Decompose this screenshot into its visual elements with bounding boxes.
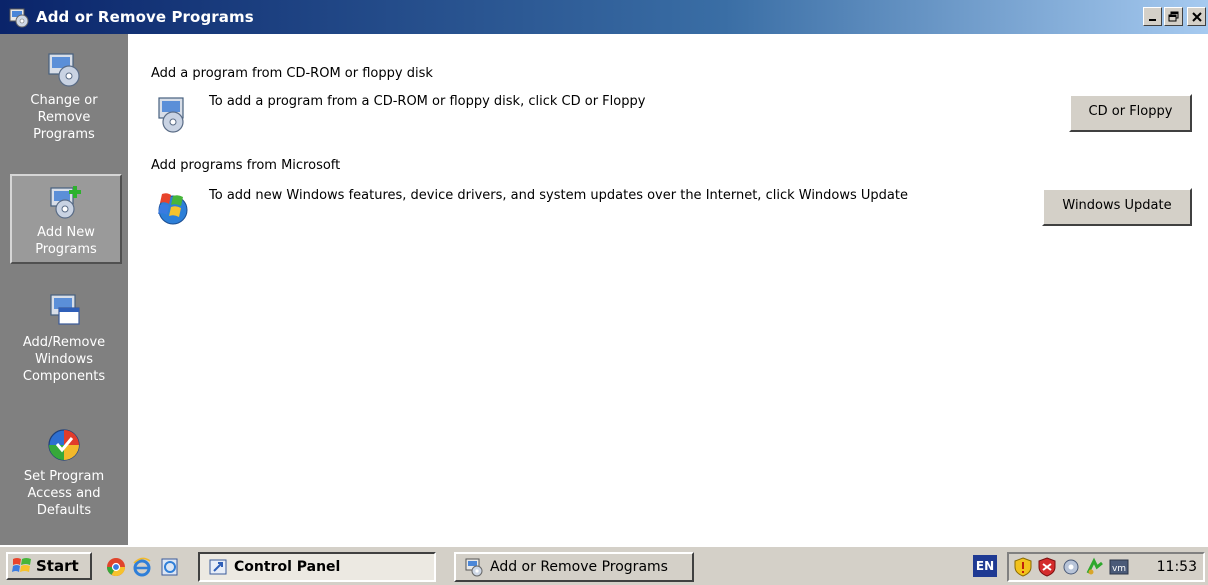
sidebar-item-label: Add/Remove Windows Components: [22, 335, 106, 384]
sidebar-item-label: Change or Remove Programs: [30, 93, 98, 142]
cd-floppy-button[interactable]: CD or Floppy: [1069, 94, 1192, 132]
language-indicator[interactable]: EN: [973, 555, 997, 577]
sidebar-item-change-remove[interactable]: Change or Remove Programs: [0, 50, 128, 143]
windows-update-button[interactable]: Windows Update: [1042, 188, 1192, 226]
program-access-icon: [48, 429, 80, 461]
start-button[interactable]: Start: [6, 552, 92, 580]
cd-section-heading: Add a program from CD-ROM or floppy disk: [151, 66, 433, 81]
svg-text:vm: vm: [1112, 564, 1126, 574]
main-content: Add a program from CD-ROM or floppy disk…: [128, 34, 1208, 545]
connection-icon[interactable]: [1085, 557, 1105, 577]
internet-explorer-icon[interactable]: [132, 557, 152, 577]
taskbar: Start Control Panel Add or Remove Progra…: [0, 545, 1208, 585]
ms-section-description: To add new Windows features, device driv…: [209, 188, 908, 203]
start-label: Start: [36, 557, 79, 575]
system-tray: vm 11:53: [1007, 552, 1205, 582]
antivirus-icon[interactable]: [1037, 557, 1057, 577]
network-icon[interactable]: [1061, 557, 1081, 577]
explorer-icon[interactable]: [160, 557, 180, 577]
change-remove-icon: [48, 53, 80, 87]
windows-logo-icon: [12, 558, 31, 572]
security-shield-icon[interactable]: [1013, 557, 1033, 577]
clock[interactable]: 11:53: [1157, 559, 1197, 575]
vmware-icon[interactable]: vm: [1109, 557, 1129, 577]
close-button[interactable]: [1187, 7, 1206, 26]
task-label: Control Panel: [234, 559, 341, 575]
task-label: Add or Remove Programs: [490, 559, 668, 575]
control-panel-icon: [209, 559, 227, 575]
task-add-remove-programs[interactable]: Add or Remove Programs: [454, 552, 694, 582]
window-title: Add or Remove Programs: [36, 8, 254, 26]
sidebar: Change or Remove Programs Add New Progra…: [0, 34, 128, 545]
sidebar-item-add-new[interactable]: Add New Programs: [10, 174, 122, 264]
close-icon: [1191, 11, 1202, 22]
add-new-icon: [50, 186, 81, 219]
programs-icon: [9, 8, 29, 28]
minimize-button[interactable]: [1143, 7, 1162, 26]
minimize-icon: [1148, 18, 1156, 21]
cd-floppy-icon: [158, 97, 184, 133]
windows-update-icon: [158, 193, 188, 225]
task-control-panel[interactable]: Control Panel: [198, 552, 436, 582]
chrome-icon[interactable]: [106, 557, 126, 577]
restore-button[interactable]: [1164, 7, 1183, 26]
title-bar[interactable]: Add or Remove Programs: [0, 0, 1208, 34]
windows-components-icon: [50, 294, 80, 325]
programs-icon: [465, 558, 483, 577]
ms-section-heading: Add programs from Microsoft: [151, 158, 341, 173]
cd-section-description: To add a program from a CD-ROM or floppy…: [209, 94, 646, 109]
sidebar-item-program-access[interactable]: Set Program Access and Defaults: [0, 426, 128, 519]
sidebar-item-windows-components[interactable]: Add/Remove Windows Components: [0, 292, 128, 385]
window-controls: [1143, 7, 1206, 26]
restore-icon: [1168, 11, 1179, 22]
sidebar-item-label: Set Program Access and Defaults: [23, 469, 105, 518]
sidebar-item-label: Add New Programs: [35, 225, 97, 257]
